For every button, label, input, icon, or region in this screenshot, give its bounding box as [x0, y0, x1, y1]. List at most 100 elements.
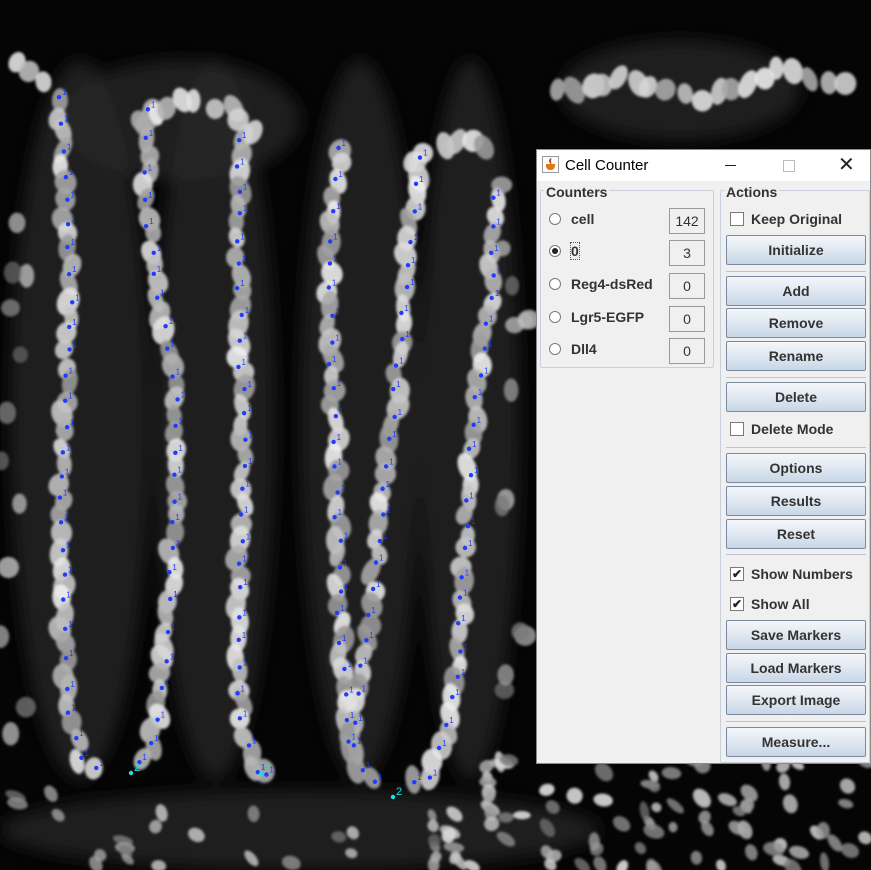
cell-marker-label: 1	[176, 368, 181, 377]
cell-marker-label: 1	[336, 202, 341, 211]
cell-marker-dot	[74, 735, 79, 741]
cell-marker-dot	[67, 324, 72, 330]
checkbox-label[interactable]: Show All	[751, 596, 810, 612]
cell-marker-label: 1	[242, 631, 247, 640]
checkbox-label[interactable]: Delete Mode	[751, 421, 833, 437]
initialize-button[interactable]: Initialize	[726, 235, 866, 265]
cell-marker-dot	[66, 272, 72, 277]
checkbox-label[interactable]: Keep Original	[751, 211, 842, 227]
cell-marker-label: 1	[376, 580, 381, 589]
cell-marker-dot	[370, 586, 376, 592]
maximize-button[interactable]	[764, 150, 810, 181]
reset-button[interactable]: Reset	[726, 519, 866, 549]
results-button[interactable]: Results	[726, 486, 866, 516]
cell-marker-dot	[170, 520, 175, 525]
cell-marker-dot	[62, 572, 68, 577]
cell-marker-label: 1	[399, 357, 404, 366]
cell-marker-dot	[236, 561, 242, 566]
cell-marker-label: 1	[170, 340, 175, 349]
cell-marker-dot	[79, 755, 84, 760]
checkmark-icon[interactable]: ✔	[730, 567, 744, 581]
counters-heading: Counters	[544, 184, 610, 200]
cell-marker-dot	[381, 512, 386, 517]
counter-row-cell[interactable]: cell 142	[549, 208, 709, 234]
radio-reg4-dsred[interactable]	[549, 278, 561, 290]
radio-dll4[interactable]	[549, 343, 561, 355]
cell-marker-label: 1	[171, 623, 176, 632]
cell-marker-dot	[351, 743, 357, 748]
cell-marker-label: 1	[70, 418, 75, 427]
nucleus	[60, 60, 300, 180]
checkmark-icon[interactable]: ✔	[730, 597, 744, 611]
minimize-button[interactable]	[707, 150, 753, 181]
counter-value: 3	[669, 240, 705, 266]
options-button[interactable]: Options	[726, 453, 866, 483]
cell-marker-label: 1	[352, 733, 357, 742]
cell-marker-dot	[65, 686, 70, 692]
counter-label[interactable]: cell	[571, 211, 594, 227]
cell-marker-label: 1	[70, 238, 75, 247]
cell-marker-label: 1	[247, 380, 252, 389]
cell-marker-label: 1	[474, 466, 479, 475]
cell-marker-label: 1	[241, 684, 246, 693]
cell-marker-dot	[482, 346, 488, 351]
rename-button[interactable]: Rename	[726, 341, 866, 371]
checkbox-box[interactable]	[730, 422, 744, 436]
measure-button[interactable]: Measure...	[726, 727, 866, 757]
cell-marker-dot	[246, 743, 252, 748]
counter-label[interactable]: Dll4	[571, 341, 597, 357]
radio-lgr5-egfp[interactable]	[549, 311, 561, 323]
cell-marker-label: 1	[389, 457, 394, 466]
cell-marker-dot	[58, 121, 64, 126]
save-markers-button[interactable]: Save Markers	[726, 620, 866, 650]
cell-marker-label: 1	[72, 265, 77, 274]
cell-marker-dot	[466, 446, 472, 452]
add-button[interactable]: Add	[726, 276, 866, 306]
cell-marker-dot	[243, 437, 248, 442]
cell-marker-label: 1	[442, 739, 447, 748]
load-markers-button[interactable]: Load Markers	[726, 653, 866, 683]
remove-button[interactable]: Remove	[726, 308, 866, 338]
radio-0[interactable]	[549, 245, 561, 257]
cell-marker-dot	[408, 239, 413, 245]
counter-row-lgr5-egfp[interactable]: Lgr5-EGFP 0	[549, 306, 709, 332]
cell-marker-dot	[61, 597, 66, 602]
cell-marker-label: 1	[463, 642, 468, 651]
cell-marker-label: 1	[247, 404, 252, 413]
window-title: Cell Counter	[565, 157, 649, 174]
cell-marker-label: 1	[71, 704, 76, 713]
cell-marker-label: 1	[242, 555, 247, 564]
cell-marker-label: 1	[245, 480, 250, 489]
delete-button[interactable]: Delete	[726, 382, 866, 412]
cell-marker-dot	[412, 209, 417, 214]
cell-marker-dot	[436, 745, 442, 751]
cell-marker-label: 1	[64, 513, 69, 522]
cell-marker-label: 1	[175, 513, 180, 522]
export-image-button[interactable]: Export Image	[726, 685, 866, 715]
cell-marker-dot	[237, 189, 243, 194]
counter-row-reg4-dsred[interactable]: Reg4-dsRed 0	[549, 273, 709, 299]
cell-marker-label: 1	[404, 304, 409, 313]
nucleus	[8, 212, 26, 234]
counter-row-0[interactable]: 0 3	[549, 240, 709, 266]
counter-label[interactable]: Lgr5-EGFP	[571, 309, 644, 325]
cell-marker-label: 1	[79, 729, 84, 738]
nucleus	[494, 495, 510, 517]
cell-marker-dot	[456, 620, 461, 626]
checkbox-box[interactable]	[730, 212, 744, 226]
cell-marker-label: 1	[337, 379, 342, 388]
cell-marker-label: 1	[142, 753, 147, 762]
cell-marker-label: 2	[396, 786, 402, 798]
cell-marker-label: 1	[240, 232, 245, 241]
counter-label[interactable]: Reg4-dsRed	[571, 276, 653, 292]
radio-cell[interactable]	[549, 213, 561, 225]
title-bar[interactable]: Cell Counter ✕	[537, 150, 870, 181]
close-button[interactable]: ✕	[823, 150, 869, 181]
checkbox-label[interactable]: Show Numbers	[751, 566, 853, 582]
counter-row-dll4[interactable]: Dll4 0	[549, 338, 709, 364]
separator	[726, 554, 866, 555]
counter-label[interactable]: 0	[570, 242, 580, 260]
cell-marker-label: 1	[465, 568, 470, 577]
cell-marker-dot	[151, 250, 156, 256]
cell-marker-dot	[383, 464, 389, 469]
